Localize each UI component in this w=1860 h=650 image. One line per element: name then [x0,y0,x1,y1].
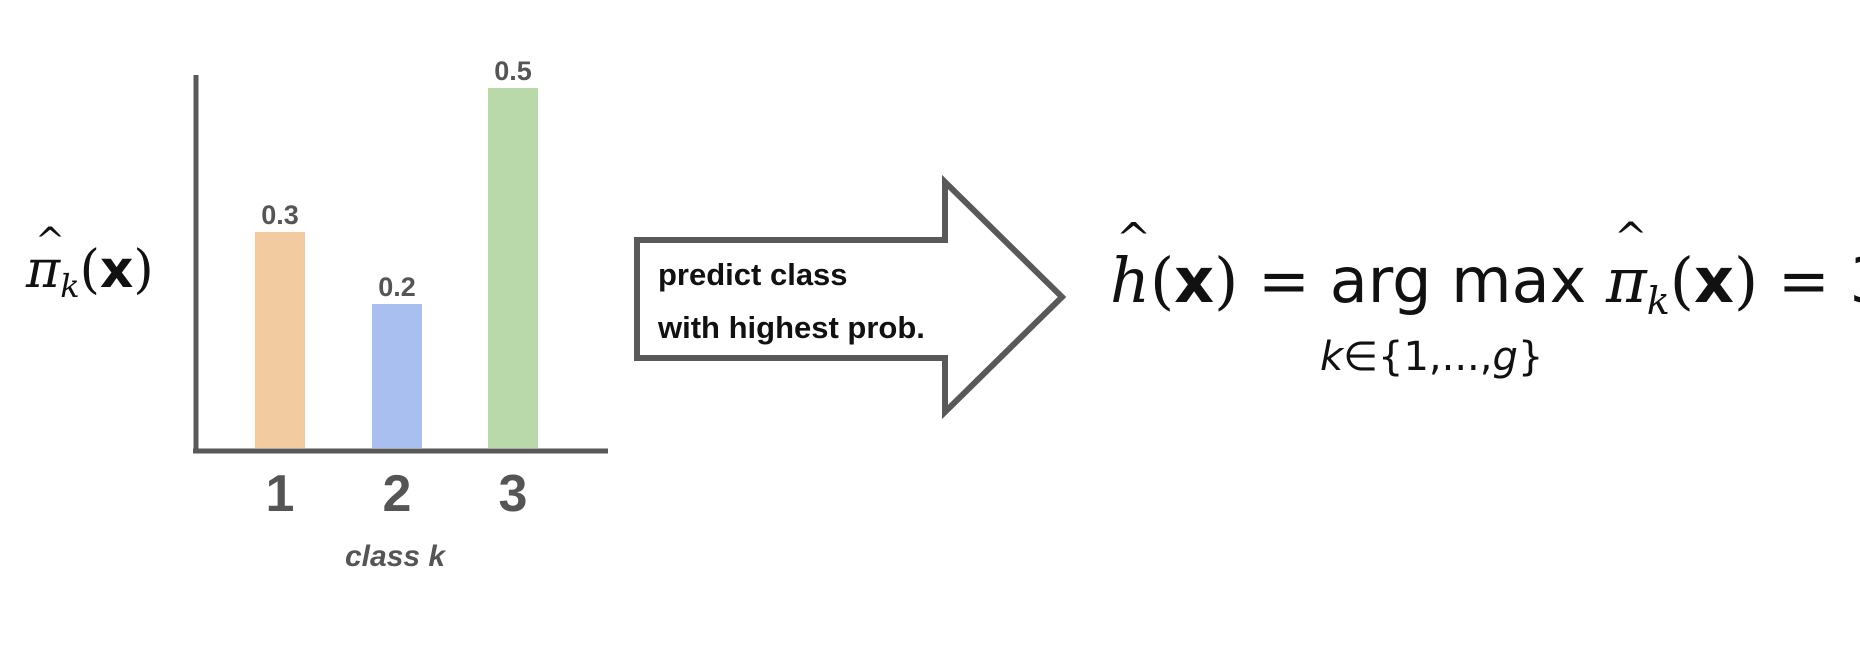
bar-value-label: 0.2 [378,272,416,302]
h-symbol: ^ h [1110,214,1152,317]
x-tick-label: 1 [266,465,295,523]
h-hat-accent: ^ [1116,214,1152,263]
bold-x: x [99,240,134,300]
argmax-subscript: k∈{1,...,g} [1320,334,1544,380]
subscript-k: k [60,267,80,305]
hat-accent: ^ [35,221,66,262]
formula-result: = 3 [1777,244,1860,317]
bar-class-3 [488,88,538,448]
tick-labels-group: 1 2 3 [266,465,528,523]
y-axis-label: ^ πk(x) [26,221,154,305]
bar-class-2 [372,304,422,448]
bar-value-label: 0.3 [261,200,299,230]
bar-value-label: 0.5 [494,56,532,86]
arrow-caption-line2: with highest prob. [658,310,925,345]
pi-symbol: ^ π [26,221,66,300]
argmax-formula: ^h(x) = arg max ^πk(x) = 3 k∈{1,...,g} [1110,218,1860,400]
x-axis-title: class k [345,540,446,573]
bar-chart: 0.3 0.2 0.5 1 2 3 [193,56,608,523]
pi-hat-symbol: ^ π [1605,215,1648,317]
bar-class-1 [255,232,305,448]
bars-group [255,88,538,448]
arrow-caption: predict class with highest prob. [658,248,925,354]
x-tick-label: 2 [383,465,412,523]
argmax-operator: arg max [1329,244,1606,317]
formula-main-line: ^h(x) = arg max ^πk(x) = 3 [1110,218,1860,321]
arrow-caption-line1: predict class [658,257,848,292]
x-tick-label: 3 [499,465,528,523]
